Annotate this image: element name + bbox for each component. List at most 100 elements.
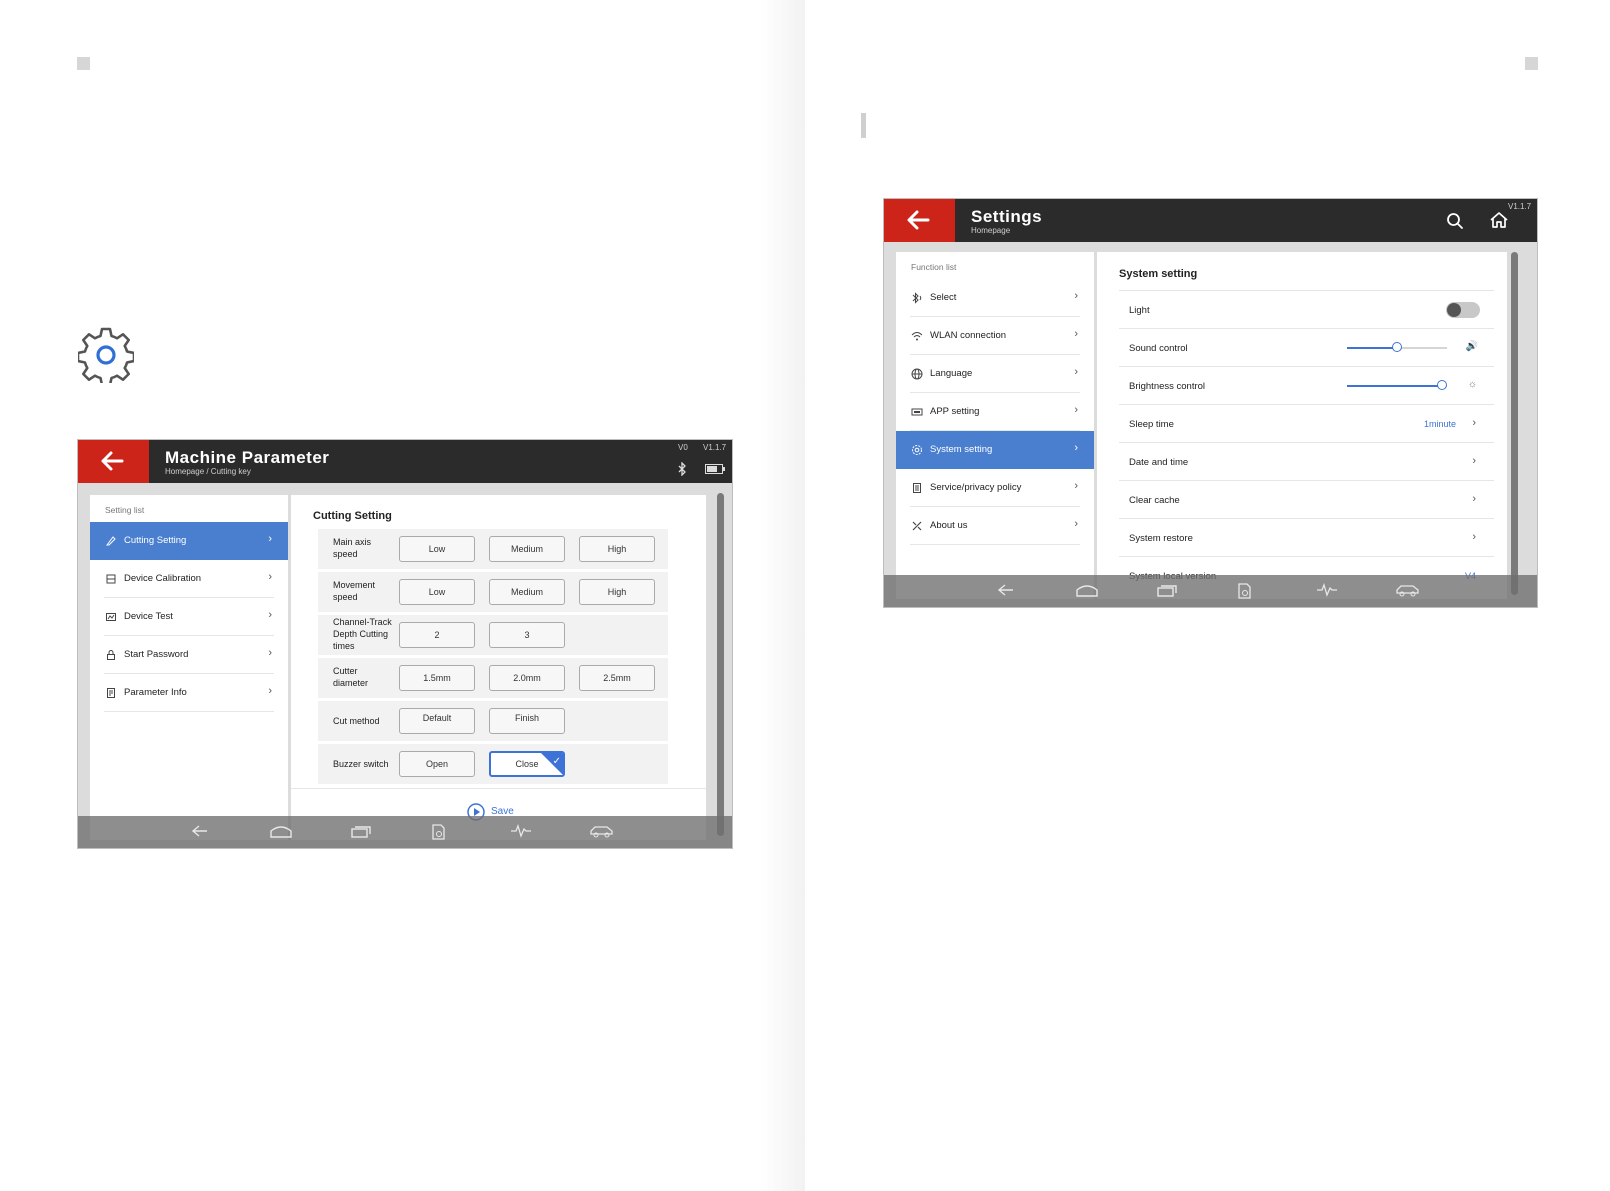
menu-item-device-calibration[interactable]: Device Calibration › xyxy=(90,560,288,598)
machine-parameter-screen: Machine Parameter Homepage / Cutting key… xyxy=(77,439,733,849)
nav-car-icon[interactable] xyxy=(1395,583,1421,597)
option-button[interactable]: 2.0mm xyxy=(489,665,565,691)
chevron-right-icon: › xyxy=(1074,518,1078,530)
menu-item-cutting-setting[interactable]: Cutting Setting › xyxy=(90,522,288,560)
corner-mark-left xyxy=(77,57,90,70)
setting-label: Date and time xyxy=(1129,457,1189,468)
menu-item-device-test[interactable]: Device Test › xyxy=(90,598,288,636)
chevron-right-icon: › xyxy=(268,647,272,659)
setting-label: Light xyxy=(1129,305,1150,316)
option-button[interactable]: 1.5mm xyxy=(399,665,475,691)
row-main-axis-speed: Main axis speed Low Medium High xyxy=(318,529,668,569)
menu-label: Select xyxy=(930,292,957,303)
option-label: Close xyxy=(515,759,539,769)
back-button[interactable] xyxy=(78,440,149,483)
breadcrumb: Homepage xyxy=(971,226,1011,235)
brightness-slider[interactable] xyxy=(1347,380,1447,390)
setting-clear-cache[interactable]: Clear cache › xyxy=(1119,481,1494,519)
setting-label: Sleep time xyxy=(1129,419,1174,430)
brightness-icon: ☼ xyxy=(1467,379,1477,390)
check-icon: ✓ xyxy=(552,756,561,767)
menu-item-start-password[interactable]: Start Password › xyxy=(90,636,288,674)
chevron-right-icon: › xyxy=(1074,442,1078,454)
info-icon xyxy=(107,688,115,698)
menu-label: Parameter Info xyxy=(124,687,187,698)
menu-item-select[interactable]: Select › xyxy=(896,279,1094,317)
option-button[interactable]: Medium xyxy=(489,536,565,562)
nav-search-doc-icon[interactable] xyxy=(1237,583,1253,599)
menu-item-parameter-info[interactable]: Parameter Info › xyxy=(90,674,288,712)
version-label: V1.1.7 xyxy=(703,443,727,452)
light-toggle[interactable] xyxy=(1446,302,1480,318)
nav-back-icon[interactable] xyxy=(191,824,209,838)
option-button[interactable]: Finish xyxy=(489,708,565,734)
menu-label: Start Password xyxy=(124,649,189,660)
row-movement-speed: Movement speed Low Medium High xyxy=(318,572,668,612)
nav-car-icon[interactable] xyxy=(589,824,615,838)
page-title: Machine Parameter xyxy=(165,448,330,467)
back-button[interactable] xyxy=(884,199,955,242)
row-cut-method: Cut method Default Finish xyxy=(318,701,668,741)
nav-search-doc-icon[interactable] xyxy=(431,824,447,840)
menu-item-service-policy[interactable]: Service/privacy policy › xyxy=(896,469,1094,507)
option-button[interactable]: 2 xyxy=(399,622,475,648)
chevron-right-icon: › xyxy=(268,533,272,545)
setting-system-restore[interactable]: System restore › xyxy=(1119,519,1494,557)
row-label: Buzzer switch xyxy=(333,759,389,769)
menu-label: APP setting xyxy=(930,406,980,417)
option-button[interactable]: 3 xyxy=(489,622,565,648)
chevron-right-icon: › xyxy=(1472,493,1476,505)
scrollbar[interactable] xyxy=(1511,252,1518,595)
row-label: Cutter diameter xyxy=(333,666,369,688)
back-arrow-icon xyxy=(907,210,930,230)
search-icon[interactable] xyxy=(1446,212,1464,230)
option-button[interactable]: Low xyxy=(399,536,475,562)
nav-recent-icon[interactable] xyxy=(1157,583,1177,597)
nav-pulse-icon[interactable] xyxy=(510,824,532,838)
sound-slider[interactable] xyxy=(1347,342,1447,352)
nav-home-icon[interactable] xyxy=(1076,583,1098,597)
nav-pulse-icon[interactable] xyxy=(1316,583,1338,597)
option-button[interactable]: Default xyxy=(399,708,475,734)
menu-item-about-us[interactable]: About us › xyxy=(896,507,1094,545)
menu-label: Device Test xyxy=(124,611,173,622)
nav-recent-icon[interactable] xyxy=(351,824,371,838)
knife-icon xyxy=(106,536,116,546)
settings-screen: Settings Homepage V1.1.7 Function list S… xyxy=(883,198,1538,608)
home-icon[interactable] xyxy=(1489,211,1509,229)
setting-value: 1minute xyxy=(1423,419,1456,429)
setting-list-panel: Setting list Cutting Setting › Device Ca… xyxy=(90,495,288,840)
menu-item-system-setting[interactable]: System setting › xyxy=(896,431,1094,469)
top-bar: Machine Parameter Homepage / Cutting key… xyxy=(78,440,732,483)
calibration-icon xyxy=(106,574,116,584)
option-button[interactable]: High xyxy=(579,536,655,562)
option-button[interactable]: Open xyxy=(399,751,475,777)
menu-item-language[interactable]: Language › xyxy=(896,355,1094,393)
option-button[interactable]: Medium xyxy=(489,579,565,605)
setting-sleep-time[interactable]: Sleep time 1minute › xyxy=(1119,405,1494,443)
menu-item-wlan[interactable]: WLAN connection › xyxy=(896,317,1094,355)
setting-sound: Sound control 🔊 xyxy=(1119,329,1494,367)
option-button[interactable]: Low xyxy=(399,579,475,605)
nav-back-icon[interactable] xyxy=(997,583,1015,597)
cutting-setting-panel: Cutting Setting Main axis speed Low Medi… xyxy=(291,495,706,840)
app-icon xyxy=(911,408,923,416)
wifi-icon xyxy=(911,332,923,341)
top-bar: Settings Homepage V1.1.7 xyxy=(884,199,1537,242)
setting-date-time[interactable]: Date and time › xyxy=(1119,443,1494,481)
option-button[interactable]: 2.5mm xyxy=(579,665,655,691)
row-cutter-diameter: Cutter diameter 1.5mm 2.0mm 2.5mm xyxy=(318,658,668,698)
chevron-right-icon: › xyxy=(268,571,272,583)
setting-label: Clear cache xyxy=(1129,495,1180,506)
option-button[interactable]: High xyxy=(579,579,655,605)
row-label: Cut method xyxy=(333,716,380,726)
scrollbar[interactable] xyxy=(717,493,724,836)
nav-home-icon[interactable] xyxy=(270,824,292,838)
bluetooth-icon xyxy=(678,462,686,476)
option-button-selected[interactable]: Close ✓ xyxy=(489,751,565,777)
chevron-right-icon: › xyxy=(1074,366,1078,378)
menu-item-app-setting[interactable]: APP setting › xyxy=(896,393,1094,431)
chevron-right-icon: › xyxy=(268,685,272,697)
settings-gear-icon xyxy=(78,327,134,383)
setting-brightness: Brightness control ☼ xyxy=(1119,367,1494,405)
